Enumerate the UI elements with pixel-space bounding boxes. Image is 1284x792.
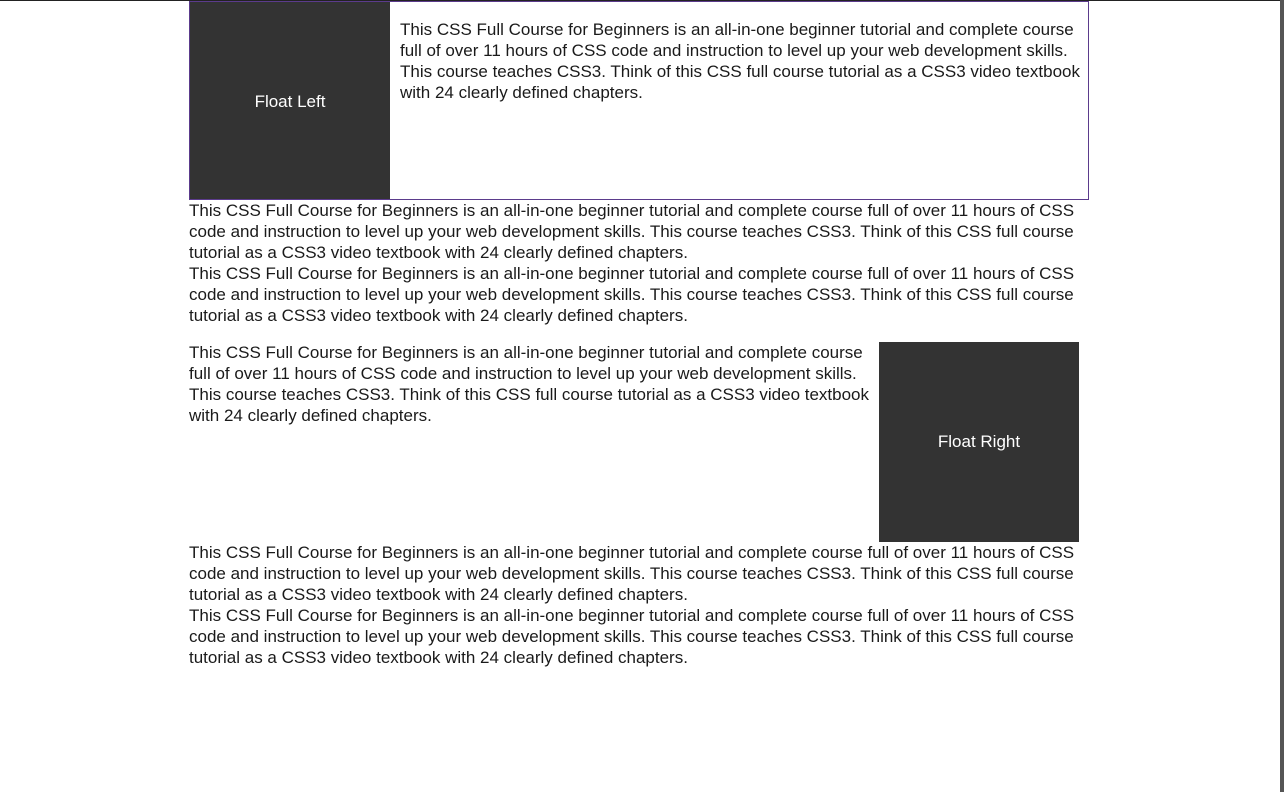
float-left-section: Float Left This CSS Full Course for Begi…	[189, 1, 1089, 200]
paragraph-4: This CSS Full Course for Beginners is an…	[189, 543, 1075, 604]
float-left-box: Float Left	[190, 2, 390, 199]
window-right-edge	[1280, 0, 1284, 792]
float-right-box: Float Right	[879, 342, 1079, 542]
float-left-label: Float Left	[254, 91, 326, 111]
page-content: Float Left This CSS Full Course for Begi…	[189, 1, 1089, 668]
paragraph-1: This CSS Full Course for Beginners is an…	[189, 201, 1075, 262]
paragraph-5: This CSS Full Course for Beginners is an…	[189, 606, 1075, 667]
float-right-label: Float Right	[937, 432, 1021, 451]
float-right-section: Float Right This CSS Full Course for Beg…	[189, 342, 1089, 542]
paragraph-2: This CSS Full Course for Beginners is an…	[189, 264, 1075, 325]
